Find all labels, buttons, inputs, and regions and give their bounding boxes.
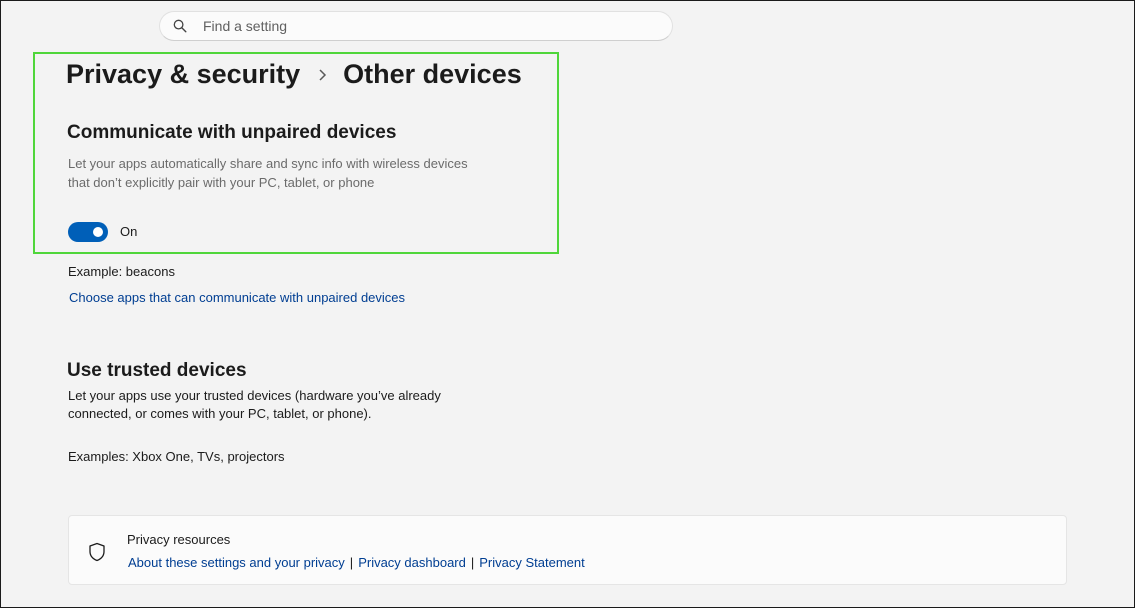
- trusted-desc-line1: Let your apps use your trusted devices (…: [68, 388, 441, 403]
- trusted-examples: Examples: Xbox One, TVs, projectors: [68, 449, 285, 464]
- privacy-resources-title: Privacy resources: [127, 532, 231, 547]
- unpaired-desc-line2: that don’t explicitly pair with your PC,…: [68, 175, 375, 190]
- breadcrumb-parent[interactable]: Privacy & security: [66, 59, 300, 90]
- link-separator: |: [349, 555, 354, 570]
- toggle-state-label: On: [120, 224, 138, 239]
- breadcrumb-current: Other devices: [343, 59, 522, 89]
- unpaired-toggle[interactable]: [68, 222, 108, 242]
- privacy-statement-link[interactable]: Privacy Statement: [479, 555, 585, 570]
- trusted-title: Use trusted devices: [67, 360, 247, 381]
- choose-apps-link[interactable]: Choose apps that can communicate with un…: [69, 290, 405, 305]
- link-separator: |: [470, 555, 475, 570]
- search-input[interactable]: [201, 17, 645, 35]
- search-box[interactable]: [159, 11, 673, 41]
- unpaired-example: Example: beacons: [68, 264, 175, 279]
- shield-icon: [88, 542, 106, 562]
- unpaired-desc-line1: Let your apps automatically share and sy…: [68, 156, 468, 171]
- chevron-right-icon: [318, 68, 327, 82]
- privacy-dashboard-link[interactable]: Privacy dashboard: [358, 555, 466, 570]
- toggle-knob: [93, 227, 103, 237]
- unpaired-title: Communicate with unpaired devices: [67, 122, 397, 143]
- breadcrumb: Privacy & security Other devices: [66, 59, 522, 90]
- privacy-resources-card: Privacy resources About these settings a…: [68, 515, 1067, 585]
- trusted-desc-line2: connected, or comes with your PC, tablet…: [68, 406, 372, 421]
- search-icon: [173, 19, 187, 33]
- privacy-resources-links: About these settings and your privacy | …: [128, 555, 585, 570]
- about-settings-link[interactable]: About these settings and your privacy: [128, 555, 345, 570]
